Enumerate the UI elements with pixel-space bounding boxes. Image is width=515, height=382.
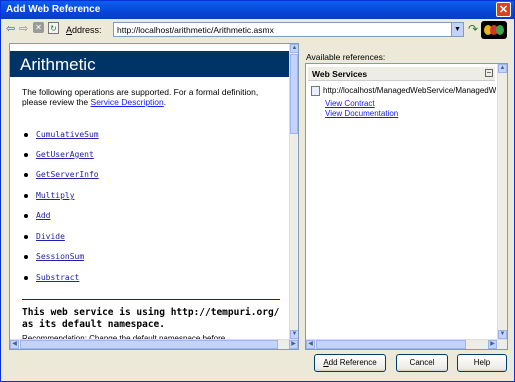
address-input[interactable]: http://localhost/arithmetic/Arithmetic.a… (113, 22, 464, 37)
operation-link[interactable]: CumulativeSum (36, 130, 99, 139)
namespace-note: This web service is using http://tempuri… (22, 307, 280, 330)
refresh-icon[interactable]: ↻ (48, 22, 59, 34)
service-title: Arithmetic (20, 55, 96, 74)
scroll-up-icon[interactable]: ▲ (498, 64, 507, 73)
scroll-up-icon[interactable]: ▲ (290, 44, 298, 53)
service-browser-pane: Arithmetic The following operations are … (9, 43, 299, 350)
close-icon[interactable]: ✕ (496, 2, 511, 17)
view-contract-link[interactable]: View Contract (325, 99, 375, 108)
address-value: http://localhost/arithmetic/Arithmetic.a… (117, 25, 274, 35)
help-button[interactable]: Help (457, 354, 507, 372)
vertical-scrollbar[interactable]: ▲ ▼ (497, 64, 507, 339)
go-icon[interactable]: ↷ (468, 22, 478, 36)
web-service-icon (311, 86, 320, 96)
intro-text: The following operations are supported. … (22, 87, 259, 107)
window-title: Add Web Reference (6, 4, 101, 15)
chevron-down-icon[interactable]: ▼ (451, 23, 463, 36)
bullet-icon (24, 173, 28, 177)
operation-link[interactable]: GetUserAgent (36, 150, 94, 159)
reference-item[interactable]: http://localhost/ManagedWebService/Manag… (311, 86, 496, 96)
address-label: Address: (66, 25, 102, 35)
scroll-thumb[interactable] (20, 340, 278, 349)
operation-link[interactable]: Multiply (36, 191, 75, 200)
bullet-icon (24, 255, 28, 259)
reference-url: http://localhost/ManagedWebService/Manag… (323, 86, 496, 96)
web-services-header: Web Services – (308, 67, 495, 81)
service-banner: Arithmetic (10, 51, 289, 77)
available-references-panel: Web Services – http://localhost/ManagedW… (305, 63, 508, 350)
horizontal-scrollbar[interactable]: ◀ ▶ (306, 339, 507, 349)
scroll-left-icon[interactable]: ◀ (306, 340, 315, 349)
browser-content: Arithmetic The following operations are … (10, 44, 289, 339)
operation-link[interactable]: Substract (36, 273, 79, 282)
service-description-link[interactable]: Service Description (91, 97, 164, 107)
bullet-icon (24, 194, 28, 198)
available-references-label: Available references: (306, 52, 386, 62)
stop-icon[interactable]: ✕ (33, 22, 44, 33)
operation-link[interactable]: SessionSum (36, 252, 84, 261)
scroll-right-icon[interactable]: ▶ (289, 340, 298, 349)
vs-logo-icon (481, 21, 507, 39)
operation-link[interactable]: Add (36, 211, 50, 220)
bullet-icon (24, 214, 28, 218)
scroll-down-icon[interactable]: ▼ (290, 330, 298, 339)
bullet-icon (24, 276, 28, 280)
scroll-left-icon[interactable]: ◀ (10, 340, 19, 349)
bullet-icon (24, 235, 28, 239)
bullet-icon (24, 133, 28, 137)
operation-link[interactable]: Divide (36, 232, 65, 241)
operation-link[interactable]: GetServerInfo (36, 170, 99, 179)
scroll-thumb[interactable] (316, 340, 466, 349)
cancel-button[interactable]: Cancel (396, 354, 448, 372)
scroll-down-icon[interactable]: ▼ (498, 330, 507, 339)
horizontal-scrollbar[interactable]: ◀ ▶ (10, 339, 298, 349)
scroll-right-icon[interactable]: ▶ (488, 340, 497, 349)
divider (22, 299, 280, 300)
bullet-icon (24, 153, 28, 157)
vertical-scrollbar[interactable]: ▲ ▼ (289, 44, 298, 339)
forward-arrow-icon[interactable]: ⇨ (19, 23, 28, 35)
toolbar: ⇦ ⇨ ✕ ↻ Address: http://localhost/arithm… (1, 19, 514, 41)
view-documentation-link[interactable]: View Documentation (325, 109, 398, 118)
back-arrow-icon[interactable]: ⇦ (6, 23, 15, 35)
add-web-reference-dialog: Add Web Reference ✕ ⇦ ⇨ ✕ ↻ Address: htt… (0, 0, 515, 382)
add-reference-button[interactable]: Add Reference (314, 354, 386, 372)
title-bar: Add Web Reference ✕ (1, 1, 514, 19)
scroll-thumb[interactable] (290, 54, 298, 134)
collapse-icon[interactable]: – (485, 69, 493, 77)
